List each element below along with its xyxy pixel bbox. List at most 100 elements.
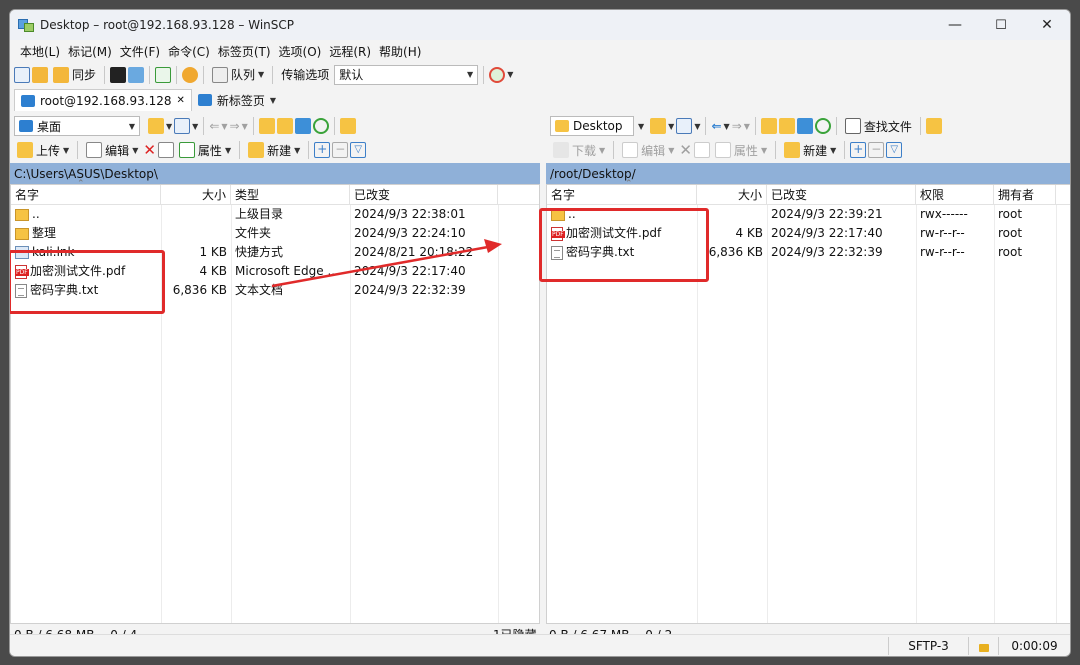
open-folder-icon[interactable] bbox=[650, 118, 667, 134]
menu-options[interactable]: 选项(O) bbox=[275, 43, 326, 60]
local-location-select[interactable]: 桌面 ▼ bbox=[14, 116, 140, 136]
forward-arrow-icon[interactable]: ⇒ bbox=[230, 119, 240, 133]
session-timer: 0:00:09 bbox=[998, 636, 1070, 655]
refresh-session-icon[interactable] bbox=[155, 66, 172, 83]
remote-new-button[interactable]: 新建 ▼ bbox=[781, 140, 839, 160]
file-type: Microsoft Edge ... bbox=[235, 264, 339, 278]
menu-files[interactable]: 文件(F) bbox=[116, 43, 164, 60]
queue-button[interactable]: 队列 ▼ bbox=[209, 65, 267, 85]
back-arrow-icon[interactable]: ⇐ bbox=[711, 119, 721, 133]
close-window-button[interactable]: ✕ bbox=[1024, 10, 1070, 40]
col-modified-header[interactable]: 已改变 bbox=[767, 184, 916, 205]
menu-remote[interactable]: 远程(R) bbox=[325, 43, 375, 60]
parent-directory-icon[interactable] bbox=[258, 118, 275, 134]
queue-icon bbox=[212, 66, 229, 83]
filter-select-icon[interactable]: ▽ bbox=[886, 142, 903, 158]
filter-select-icon[interactable]: ▽ bbox=[350, 142, 367, 158]
local-new-button[interactable]: 新建 ▼ bbox=[245, 140, 303, 160]
menu-local[interactable]: 本地(L) bbox=[16, 43, 64, 60]
rename-icon[interactable] bbox=[693, 142, 710, 158]
terminal-icon[interactable] bbox=[110, 66, 127, 83]
file-modified: 2024/9/3 22:39:21 bbox=[771, 207, 883, 221]
delete-icon[interactable]: ✕ bbox=[143, 141, 156, 159]
queue-label: 队列 bbox=[231, 68, 256, 82]
putty-icon[interactable] bbox=[128, 66, 145, 83]
session-tabs: root@192.168.93.128 ✕ 新标签页 ▼ bbox=[10, 87, 1070, 111]
chevron-down-icon[interactable]: ▼ bbox=[694, 122, 700, 131]
col-type-header[interactable]: 类型 bbox=[231, 184, 350, 205]
tree-view-icon[interactable] bbox=[925, 118, 942, 134]
chevron-down-icon[interactable]: ▼ bbox=[192, 122, 198, 131]
filter-icon[interactable] bbox=[676, 118, 693, 134]
upload-button[interactable]: 上传 ▼ bbox=[14, 140, 72, 160]
col-name-header[interactable]: 名字 bbox=[547, 184, 697, 205]
preferences-gear-icon[interactable] bbox=[182, 66, 199, 83]
local-edit-button[interactable]: 编辑 ▼ bbox=[83, 140, 141, 160]
transfer-preset-select[interactable]: 默认 ▼ bbox=[334, 64, 479, 85]
chevron-down-icon[interactable]: ▼ bbox=[166, 122, 172, 131]
chevron-down-icon: ▼ bbox=[294, 145, 301, 155]
tab-session[interactable]: root@192.168.93.128 ✕ bbox=[14, 89, 192, 111]
transfer-settings-icon[interactable] bbox=[489, 66, 506, 83]
remote-location-select[interactable]: Desktop bbox=[550, 116, 634, 136]
local-pane: 桌面 ▼ ▼ ▼ ⇐ ▼ ⇒ ▼ 上传 ▼ 编辑 ▼ ✕ 属性 ▼ 新建 ▼ +… bbox=[10, 114, 540, 624]
home-icon[interactable] bbox=[796, 118, 813, 134]
file-type: 快捷方式 bbox=[235, 245, 284, 259]
chevron-down-icon: ▼ bbox=[128, 121, 135, 131]
delete-icon[interactable]: ✕ bbox=[679, 141, 692, 159]
root-directory-icon[interactable] bbox=[276, 118, 293, 134]
remote-properties-label: 属性 bbox=[733, 143, 758, 158]
unselect-icon[interactable]: − bbox=[868, 142, 885, 158]
unselect-icon[interactable]: − bbox=[332, 142, 349, 158]
back-arrow-icon[interactable]: ⇐ bbox=[209, 119, 219, 133]
file-owner: root bbox=[998, 226, 1023, 240]
chevron-down-icon: ▼ bbox=[241, 121, 248, 131]
col-size-header[interactable]: 大小 bbox=[161, 184, 231, 205]
menu-mark[interactable]: 标记(M) bbox=[64, 43, 116, 60]
find-files-button[interactable]: 查找文件 bbox=[842, 116, 915, 136]
parent-directory-icon[interactable] bbox=[760, 118, 777, 134]
chevron-down-icon[interactable]: ▼ bbox=[507, 70, 513, 79]
tree-view-icon[interactable] bbox=[339, 118, 356, 134]
maximize-button[interactable]: ☐ bbox=[978, 10, 1024, 40]
synchronize-button[interactable]: 同步 bbox=[50, 65, 99, 85]
local-action-toolbar: 上传 ▼ 编辑 ▼ ✕ 属性 ▼ 新建 ▼ + − ▽ bbox=[10, 138, 540, 162]
tab-new[interactable]: 新标签页 ▼ bbox=[192, 89, 282, 111]
list-item[interactable]: .. 上级目录 2024/9/3 22:38:01 bbox=[11, 205, 539, 224]
chevron-down-icon[interactable]: ▼ bbox=[668, 122, 674, 131]
col-name-header[interactable]: 名字 bbox=[11, 184, 161, 205]
refresh-icon[interactable] bbox=[814, 118, 831, 134]
file-modified: 2024/8/21 20:18:22 bbox=[354, 245, 474, 259]
local-path-bar[interactable]: C:\Users\ASUS\Desktop\ bbox=[10, 163, 540, 184]
download-button[interactable]: 下载 ▼ bbox=[550, 140, 608, 160]
refresh-icon[interactable] bbox=[312, 118, 329, 134]
filter-icon[interactable] bbox=[174, 118, 191, 134]
list-item[interactable]: 整理 文件夹 2024/9/3 22:24:10 bbox=[11, 224, 539, 243]
col-size-header[interactable]: 大小 bbox=[697, 184, 767, 205]
connection-bar: SFTP-3 0:00:09 bbox=[10, 634, 1070, 656]
col-rights-header[interactable]: 权限 bbox=[916, 184, 994, 205]
root-directory-icon[interactable] bbox=[778, 118, 795, 134]
chevron-down-icon: ▼ bbox=[668, 145, 675, 155]
chevron-down-icon[interactable]: ▼ bbox=[638, 122, 644, 131]
col-owner-header[interactable]: 拥有者 bbox=[994, 184, 1056, 205]
menu-tabs[interactable]: 标签页(T) bbox=[214, 43, 275, 60]
home-icon[interactable] bbox=[294, 118, 311, 134]
select-all-icon[interactable]: + bbox=[314, 142, 331, 158]
open-folder-icon[interactable] bbox=[148, 118, 164, 134]
local-properties-button[interactable]: 属性 ▼ bbox=[176, 140, 234, 160]
col-modified-header[interactable]: 已改变 bbox=[350, 184, 498, 205]
main-toolbar: 同步 队列 ▼ 传输选项 默认 ▼ ▼ bbox=[10, 62, 1070, 87]
forward-arrow-icon[interactable]: ⇒ bbox=[732, 119, 742, 133]
synchronize-browsing-icon[interactable] bbox=[32, 66, 48, 83]
remote-properties-button[interactable]: 属性 ▼ bbox=[712, 140, 770, 160]
menu-commands[interactable]: 命令(C) bbox=[164, 43, 214, 60]
menu-help[interactable]: 帮助(H) bbox=[375, 43, 425, 60]
rename-icon[interactable] bbox=[157, 142, 174, 158]
remote-edit-button[interactable]: 编辑 ▼ bbox=[619, 140, 677, 160]
minimize-button[interactable]: — bbox=[932, 10, 978, 40]
compare-directories-icon[interactable] bbox=[14, 66, 30, 83]
close-tab-icon[interactable]: ✕ bbox=[176, 95, 184, 106]
file-modified: 2024/9/3 22:24:10 bbox=[354, 226, 466, 240]
select-all-icon[interactable]: + bbox=[850, 142, 867, 158]
